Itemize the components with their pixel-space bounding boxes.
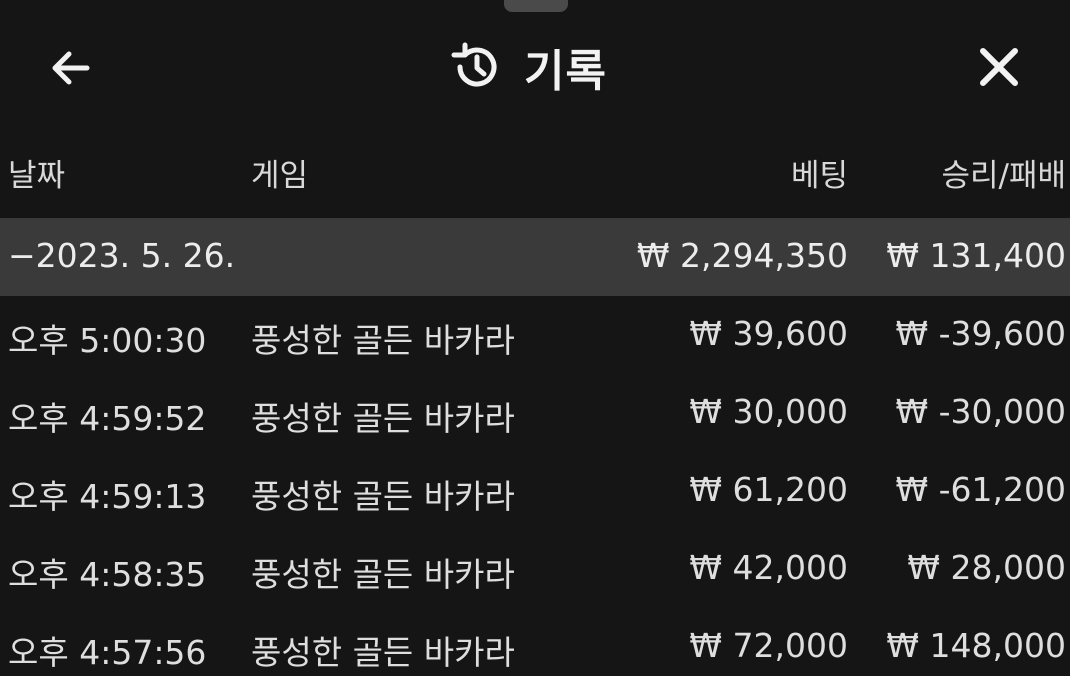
history-table: −2023. 5. 26. ₩ 2,294,350 ₩ 131,400 오후 5… <box>0 218 1070 676</box>
table-row[interactable]: 오후 4:59:13 풍성한 골든 바카라 ₩ 61,200 ₩ -61,200 <box>0 452 1070 530</box>
page-title: 기록 <box>524 46 607 97</box>
row-win-loss: ₩ 28,000 <box>907 548 1066 587</box>
row-win-loss: ₩ -61,200 <box>895 470 1067 509</box>
row-time: 오후 5:00:30 <box>8 321 207 360</box>
history-icon <box>451 42 497 87</box>
arrow-left-icon <box>52 51 90 85</box>
title-group: 기록 <box>450 36 607 98</box>
table-row[interactable]: 오후 4:59:52 풍성한 골든 바카라 ₩ 30,000 ₩ -30,000 <box>0 374 1070 452</box>
row-win-loss: ₩ -39,600 <box>895 314 1067 353</box>
row-time: 오후 4:59:13 <box>8 477 207 516</box>
row-bet: ₩ 61,200 <box>689 470 848 509</box>
row-game: 풍성한 골든 바카라 <box>251 555 515 594</box>
close-icon <box>980 48 1018 86</box>
row-game: 풍성한 골든 바카라 <box>251 399 515 438</box>
table-row[interactable]: 오후 4:57:56 풍성한 골든 바카라 ₩ 72,000 ₩ 148,000 <box>0 608 1070 676</box>
row-bet: ₩ 42,000 <box>689 548 848 587</box>
row-win-loss: ₩ 148,000 <box>886 626 1066 665</box>
column-header-date: 날짜 <box>8 158 66 194</box>
column-header-win-loss: 승리/패배 <box>941 158 1066 194</box>
row-game: 풍성한 골든 바카라 <box>251 633 515 672</box>
drag-handle[interactable] <box>504 0 568 12</box>
summary-bet: ₩ 2,294,350 <box>636 236 848 275</box>
table-row[interactable]: 오후 4:58:35 풍성한 골든 바카라 ₩ 42,000 ₩ 28,000 <box>0 530 1070 608</box>
row-time: 오후 4:59:52 <box>8 399 207 438</box>
summary-win-loss: ₩ 131,400 <box>886 236 1066 275</box>
table-row[interactable]: 오후 5:00:30 풍성한 골든 바카라 ₩ 39,600 ₩ -39,600 <box>0 296 1070 374</box>
row-game: 풍성한 골든 바카라 <box>251 477 515 516</box>
row-time: 오후 4:58:35 <box>8 555 207 594</box>
summary-date: −2023. 5. 26. <box>8 236 236 275</box>
back-button[interactable] <box>38 40 102 96</box>
row-bet: ₩ 72,000 <box>689 626 848 665</box>
row-time: 오후 4:57:56 <box>8 633 207 672</box>
row-win-loss: ₩ -30,000 <box>895 392 1067 431</box>
column-header-bet: 베팅 <box>790 158 848 194</box>
row-bet: ₩ 30,000 <box>689 392 848 431</box>
row-game: 풍성한 골든 바카라 <box>251 321 515 360</box>
date-summary-row[interactable]: −2023. 5. 26. ₩ 2,294,350 ₩ 131,400 <box>0 218 1070 296</box>
close-button[interactable] <box>966 38 1032 96</box>
table-header: 날짜 게임 베팅 승리/패배 <box>0 150 1070 210</box>
column-header-game: 게임 <box>251 158 309 194</box>
header: 기록 <box>0 18 1070 114</box>
row-bet: ₩ 39,600 <box>689 314 848 353</box>
